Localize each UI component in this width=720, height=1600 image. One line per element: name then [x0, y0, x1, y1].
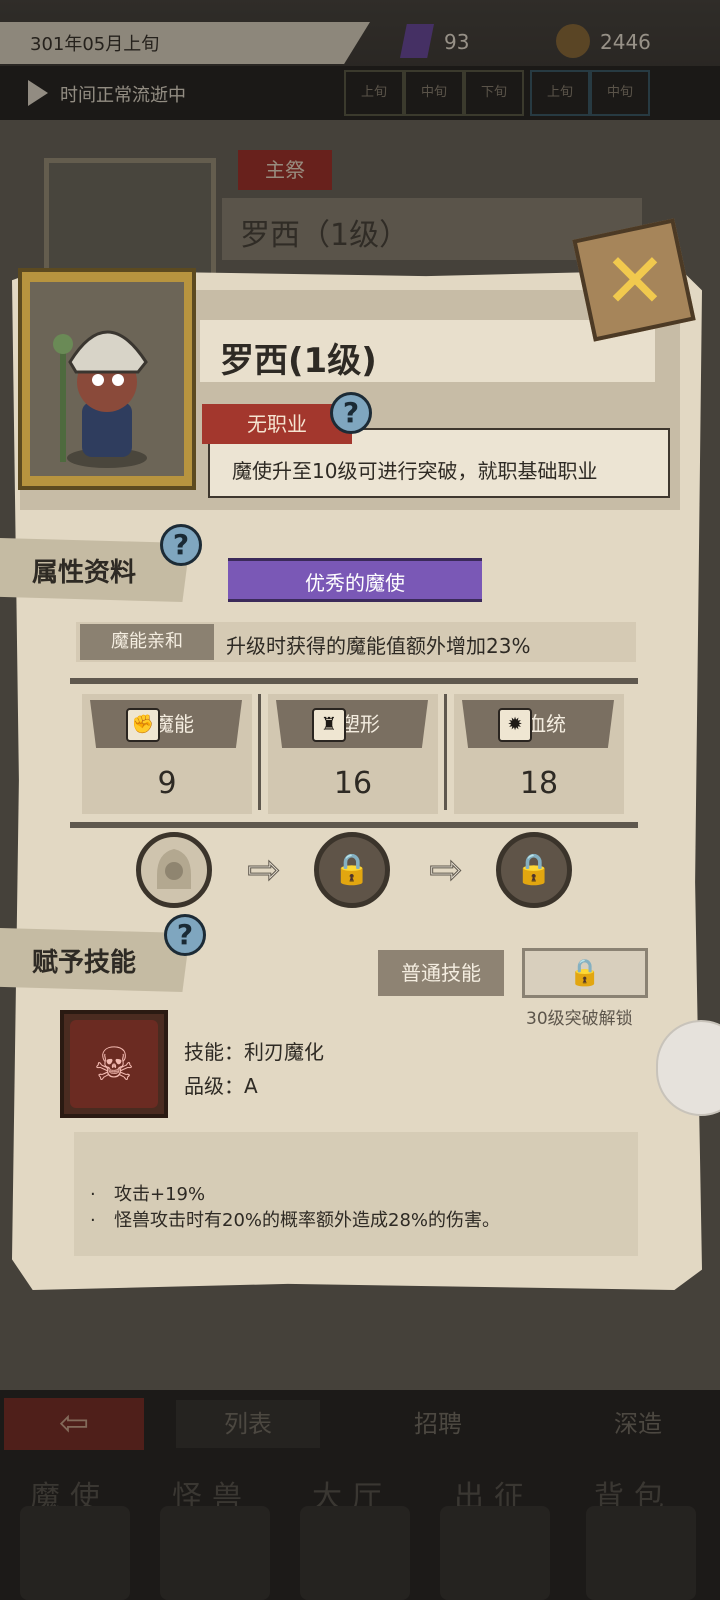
stat-label-shape: 塑形	[276, 700, 428, 748]
stat-label-magic: 魔能	[90, 700, 242, 748]
unlock-hint: 30级突破解锁	[526, 1009, 633, 1029]
stat-value-blood: 18	[519, 766, 559, 801]
body-shape-icon: ♜	[312, 708, 346, 742]
job-help-icon[interactable]: ?	[330, 392, 372, 434]
hero-name: 罗西(1级)	[220, 341, 377, 381]
skill-grade: 品级：A	[184, 1074, 258, 1098]
evolution-stage-locked-lock-icon[interactable]: 🔒	[496, 832, 572, 908]
stat-divider	[444, 694, 447, 810]
trait-description: 升级时获得的魔能值额外增加23%	[226, 634, 531, 658]
hero-avatar-icon	[53, 330, 148, 468]
stat-value-shape: 16	[333, 766, 373, 801]
attributes-title: 属性资料	[32, 558, 137, 588]
skills-title: 赋予技能	[32, 948, 137, 978]
quality-banner: 优秀的魔使	[228, 558, 482, 602]
evolution-arrow-icon: ⇨	[429, 847, 464, 893]
locked-skill-slot-lock-icon[interactable]: 🔒	[522, 948, 648, 998]
skill-effect-line: · 怪兽攻击时有20%的概率额外造成28%的伤害。	[90, 1206, 500, 1232]
stat-value-magic: 9	[157, 766, 177, 801]
effect-text: 攻击+19%	[114, 1184, 206, 1205]
skills-help-icon[interactable]: ?	[164, 914, 206, 956]
hooded-figure-icon	[157, 849, 191, 889]
bullet: ·	[90, 1184, 96, 1205]
blade-demon-skill-icon: ☠	[70, 1020, 158, 1108]
evolution-stage-locked-lock-icon[interactable]: 🔒	[314, 832, 390, 908]
evolution-arrow-icon: ⇨	[247, 847, 282, 893]
skill-name: 技能：利刃魔化	[184, 1040, 324, 1064]
hero-portrait	[30, 282, 184, 476]
skill-effect-line: · 攻击+19%	[90, 1180, 205, 1206]
bullet: ·	[90, 1210, 96, 1231]
evolution-stage-current[interactable]	[136, 832, 212, 908]
bloodline-icon: ✹	[498, 708, 532, 742]
job-description: 魔使升至10级可进行突破，就职基础职业	[232, 459, 598, 483]
stat-label-blood: 血统	[462, 700, 614, 748]
close-icon[interactable]: ✕	[600, 236, 670, 326]
attributes-help-icon[interactable]: ?	[160, 524, 202, 566]
magic-fist-icon: ✊	[126, 708, 160, 742]
stat-divider	[258, 694, 261, 810]
effect-text: 怪兽攻击时有20%的概率额外造成28%的伤害。	[114, 1210, 501, 1231]
trait-tag: 魔能亲和	[80, 624, 214, 660]
normal-skill-button[interactable]: 普通技能	[378, 950, 504, 996]
